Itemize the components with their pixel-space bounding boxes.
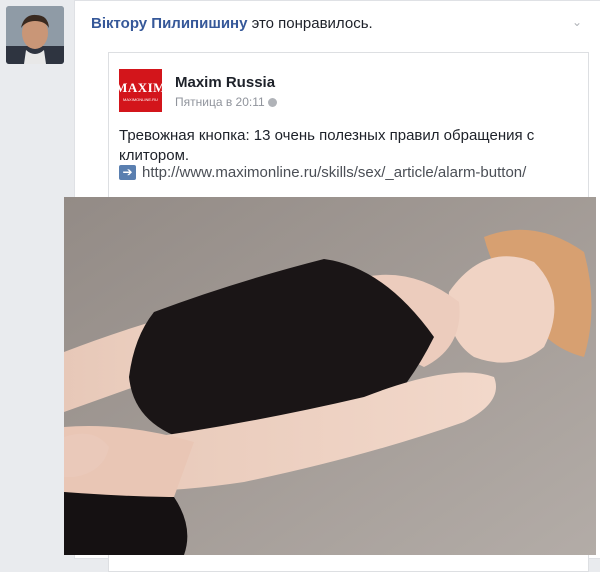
actor-name-link[interactable]: Віктору Пилипишину (91, 15, 247, 32)
page-name-link[interactable]: Maxim Russia (175, 74, 275, 91)
logo-text: MAXIM (115, 79, 166, 95)
logo-subtext: MAXIMONLINE.RU (123, 96, 158, 102)
right-arrow-icon: ➔ (119, 165, 136, 180)
chevron-down-icon[interactable]: ⌄ (572, 16, 586, 28)
page-logo[interactable]: MAXIM MAXIMONLINE.RU (115, 69, 165, 112)
globe-icon (267, 98, 277, 107)
post-link-row: ➔ http://www.maximonline.ru/skills/sex/_… (119, 164, 526, 181)
actor-avatar[interactable] (6, 6, 64, 64)
story-action-text: это понравилось. (247, 15, 373, 32)
post-link[interactable]: http://www.maximonline.ru/skills/sex/_ar… (142, 164, 526, 181)
post-photo[interactable] (64, 197, 596, 555)
post-time-text: Пятница в 20:11 (175, 95, 265, 109)
post-timestamp[interactable]: Пятница в 20:11 (175, 95, 277, 109)
post-text: Тревожная кнопка: 13 очень полезных прав… (119, 127, 535, 164)
story-header: Віктору Пилипишину это понравилось. (91, 15, 373, 32)
